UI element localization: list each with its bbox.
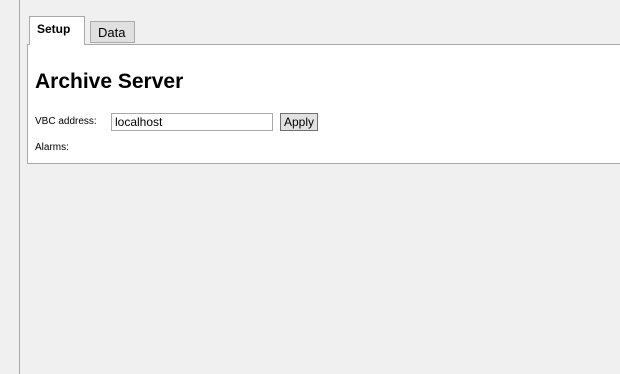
apply-button[interactable]: Apply — [280, 113, 318, 131]
vbc-address-input[interactable] — [111, 113, 273, 131]
vbc-address-label: VBC address: — [35, 116, 97, 127]
tab-setup[interactable]: Setup — [29, 16, 85, 45]
window-left-border — [19, 0, 20, 374]
alarms-label: Alarms: — [35, 142, 69, 153]
page-title: Archive Server — [35, 70, 184, 93]
setup-panel — [27, 44, 620, 164]
tab-data[interactable]: Data — [90, 21, 135, 43]
